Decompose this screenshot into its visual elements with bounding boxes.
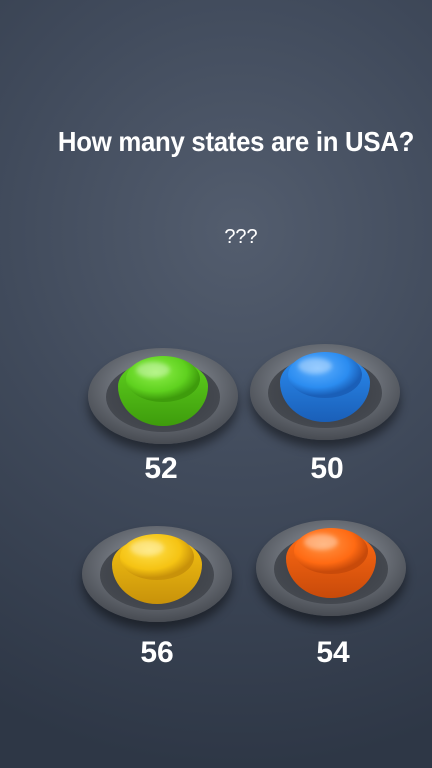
answer-button-green[interactable]	[88, 338, 238, 448]
answer-button-yellow[interactable]	[82, 516, 232, 626]
answer-label-56: 56	[140, 636, 174, 669]
button-shine	[136, 362, 170, 378]
answer-button-blue[interactable]	[250, 334, 400, 444]
answer-label-52: 52	[144, 452, 178, 485]
hint-text: ???	[224, 226, 258, 248]
answer-label-54: 54	[316, 636, 350, 669]
answer-label-50: 50	[310, 452, 344, 485]
button-shine	[130, 540, 164, 556]
button-shine	[304, 534, 338, 550]
button-shine	[298, 358, 332, 374]
question-text: How many states are in USA?	[57, 126, 415, 157]
answer-button-orange[interactable]	[256, 510, 406, 620]
